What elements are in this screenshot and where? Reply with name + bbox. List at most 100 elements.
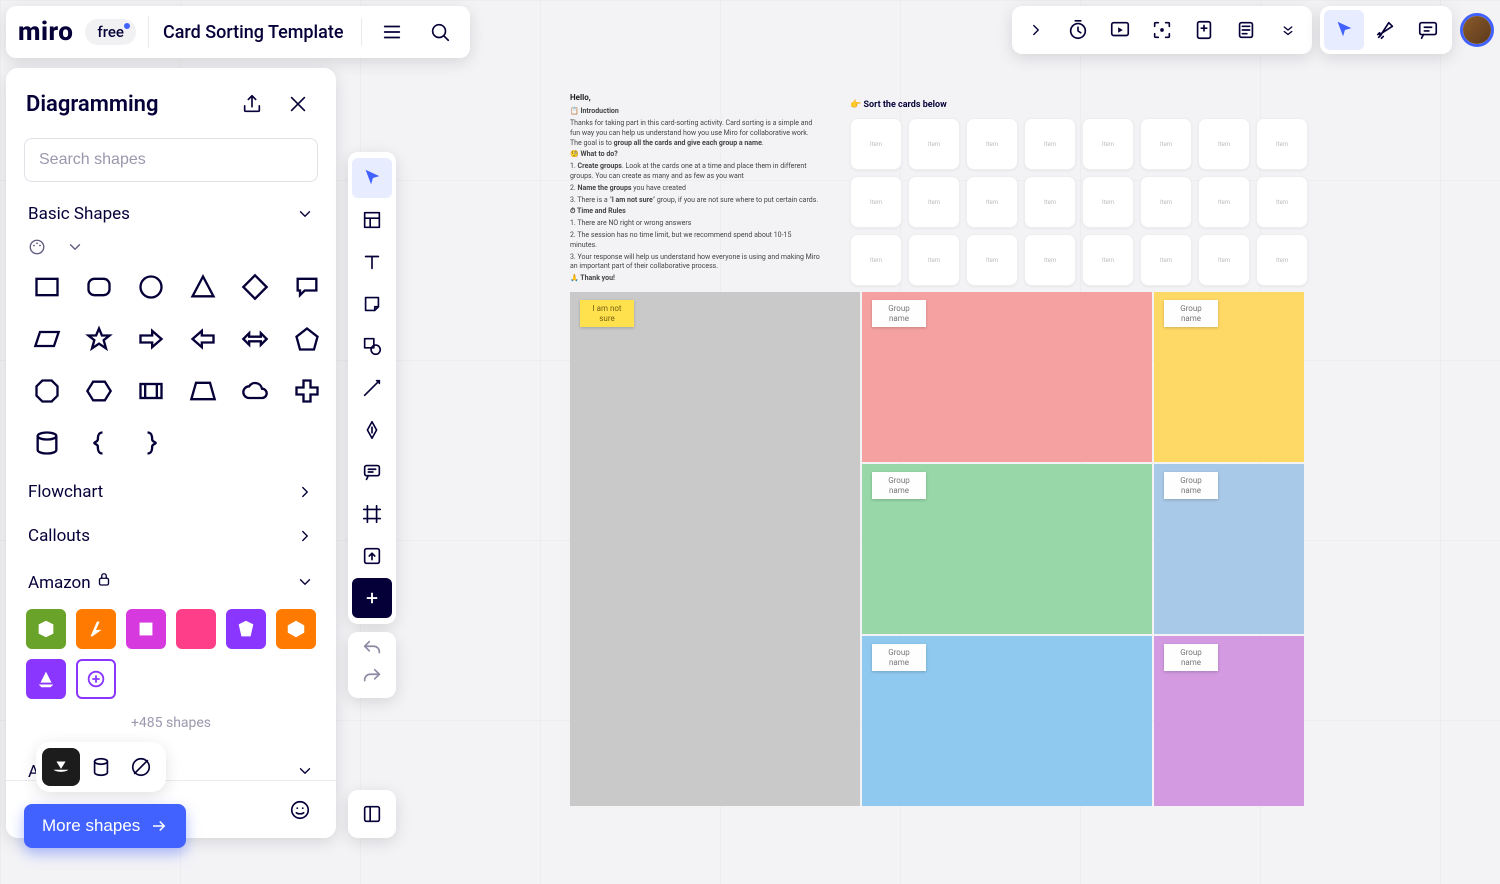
close-icon[interactable]: [280, 86, 316, 122]
shape-pentagon[interactable]: [286, 318, 328, 360]
group-note-notsure[interactable]: I am not sure: [580, 300, 634, 327]
group-note[interactable]: Group name: [1164, 644, 1218, 671]
group-zone-notsure[interactable]: I am not sure: [570, 292, 860, 806]
shape-triangle[interactable]: [182, 266, 224, 308]
shape-hexagon[interactable]: [78, 370, 120, 412]
notes-icon[interactable]: [1226, 10, 1266, 50]
shape-arrow-left[interactable]: [182, 318, 224, 360]
sort-card[interactable]: Item: [850, 234, 902, 286]
aws-s3-icon[interactable]: [26, 609, 66, 649]
aws-ec2-icon[interactable]: [276, 609, 316, 649]
shape-octagon[interactable]: [26, 370, 68, 412]
shape-trapezoid[interactable]: [182, 370, 224, 412]
sort-card[interactable]: Item: [1256, 176, 1308, 228]
tool-comment[interactable]: [352, 452, 392, 492]
shape-speech-bubble[interactable]: [286, 266, 328, 308]
shape-arrow-right[interactable]: [130, 318, 172, 360]
no-app-icon[interactable]: [122, 748, 160, 786]
sort-card[interactable]: Item: [1256, 234, 1308, 286]
tool-templates[interactable]: [352, 200, 392, 240]
sort-card[interactable]: Item: [1256, 118, 1308, 170]
tool-add-more[interactable]: [352, 578, 392, 618]
tool-upload[interactable]: [352, 536, 392, 576]
group-zone-6[interactable]: Group name: [1154, 636, 1304, 806]
aws-vpc-icon[interactable]: [76, 659, 116, 699]
sort-card[interactable]: Item: [908, 176, 960, 228]
shape-cross[interactable]: [286, 370, 328, 412]
section-basic-shapes[interactable]: Basic Shapes: [20, 192, 322, 236]
aws-sail-icon[interactable]: [26, 659, 66, 699]
board-title[interactable]: Card Sorting Template: [148, 16, 350, 48]
shape-arrow-both[interactable]: [234, 318, 276, 360]
export-icon[interactable]: [234, 86, 270, 122]
shape-parallelogram[interactable]: [26, 318, 68, 360]
tool-shape[interactable]: [352, 326, 392, 366]
shape-circle[interactable]: [130, 266, 172, 308]
more-shapes-button[interactable]: More shapes: [24, 804, 186, 848]
shape-rectangle[interactable]: [26, 266, 68, 308]
frame-focus-icon[interactable]: [1142, 10, 1182, 50]
expand-right-icon[interactable]: [1016, 10, 1056, 50]
sort-card[interactable]: Item: [1082, 176, 1134, 228]
section-callouts[interactable]: Callouts: [20, 514, 322, 558]
group-zones[interactable]: Group name Group name I am not sure Grou…: [570, 292, 1304, 806]
sort-card[interactable]: Item: [1140, 176, 1192, 228]
tool-line[interactable]: [352, 368, 392, 408]
sort-card[interactable]: Item: [1198, 118, 1250, 170]
tool-text[interactable]: [352, 242, 392, 282]
voting-icon[interactable]: [1184, 10, 1224, 50]
emoji-icon[interactable]: [282, 792, 318, 828]
group-zone-5[interactable]: Group name: [862, 636, 1152, 806]
shape-brace-right[interactable]: [130, 422, 172, 464]
sort-card[interactable]: Item: [908, 118, 960, 170]
group-note[interactable]: Group name: [1164, 300, 1218, 327]
group-note[interactable]: Group name: [872, 300, 926, 327]
collapse-toolbar-button[interactable]: [348, 790, 396, 838]
aws-ecs-icon[interactable]: [126, 609, 166, 649]
cursor-mode-icon[interactable]: [1324, 10, 1364, 50]
sort-card[interactable]: Item: [1140, 118, 1192, 170]
aws-apigw-icon[interactable]: [176, 609, 216, 649]
board-content[interactable]: Hello, 📋 Introduction Thanks for taking …: [560, 92, 1440, 844]
section-amazon[interactable]: Amazon: [20, 558, 322, 605]
redo-button[interactable]: [361, 666, 383, 692]
hamburger-icon[interactable]: [374, 14, 410, 50]
more-apps-icon[interactable]: [1268, 10, 1308, 50]
group-zone-1[interactable]: Group name: [862, 292, 1152, 462]
tool-select[interactable]: [352, 158, 392, 198]
sort-card[interactable]: Item: [1198, 234, 1250, 286]
group-note[interactable]: Group name: [872, 472, 926, 499]
reactions-icon[interactable]: [1366, 10, 1406, 50]
sort-card[interactable]: Item: [966, 176, 1018, 228]
aws-lambda-icon[interactable]: [76, 609, 116, 649]
group-zone-3[interactable]: Group name: [862, 464, 1152, 634]
sort-card[interactable]: Item: [850, 118, 902, 170]
group-note[interactable]: Group name: [1164, 472, 1218, 499]
group-note[interactable]: Group name: [872, 644, 926, 671]
aws-route53-icon[interactable]: [226, 609, 266, 649]
tool-frame[interactable]: [352, 494, 392, 534]
presentation-icon[interactable]: [1100, 10, 1140, 50]
shape-star[interactable]: [78, 318, 120, 360]
sort-card[interactable]: Item: [850, 176, 902, 228]
miro-logo[interactable]: miro: [18, 17, 73, 47]
apply-colors-row[interactable]: [20, 236, 322, 266]
shape-brace-left[interactable]: [78, 422, 120, 464]
sort-card[interactable]: Item: [1024, 118, 1076, 170]
sort-card[interactable]: Item: [1140, 234, 1192, 286]
sort-card[interactable]: Item: [966, 234, 1018, 286]
sort-card[interactable]: Item: [1024, 176, 1076, 228]
shape-search-input[interactable]: [24, 138, 318, 182]
group-zone-4[interactable]: Group name: [1154, 464, 1304, 634]
tool-pen[interactable]: [352, 410, 392, 450]
group-zone-2[interactable]: Group name: [1154, 292, 1304, 462]
shape-diamond[interactable]: [234, 266, 276, 308]
cards-grid[interactable]: ItemItemItemItemItemItemItemItemItemItem…: [850, 118, 1308, 286]
section-flowchart[interactable]: Flowchart: [20, 470, 322, 514]
sort-card[interactable]: Item: [908, 234, 960, 286]
sort-card[interactable]: Item: [1198, 176, 1250, 228]
shape-predef-process[interactable]: [130, 370, 172, 412]
sort-card[interactable]: Item: [1082, 118, 1134, 170]
timer-icon[interactable]: [1058, 10, 1098, 50]
user-avatar[interactable]: [1460, 13, 1494, 47]
